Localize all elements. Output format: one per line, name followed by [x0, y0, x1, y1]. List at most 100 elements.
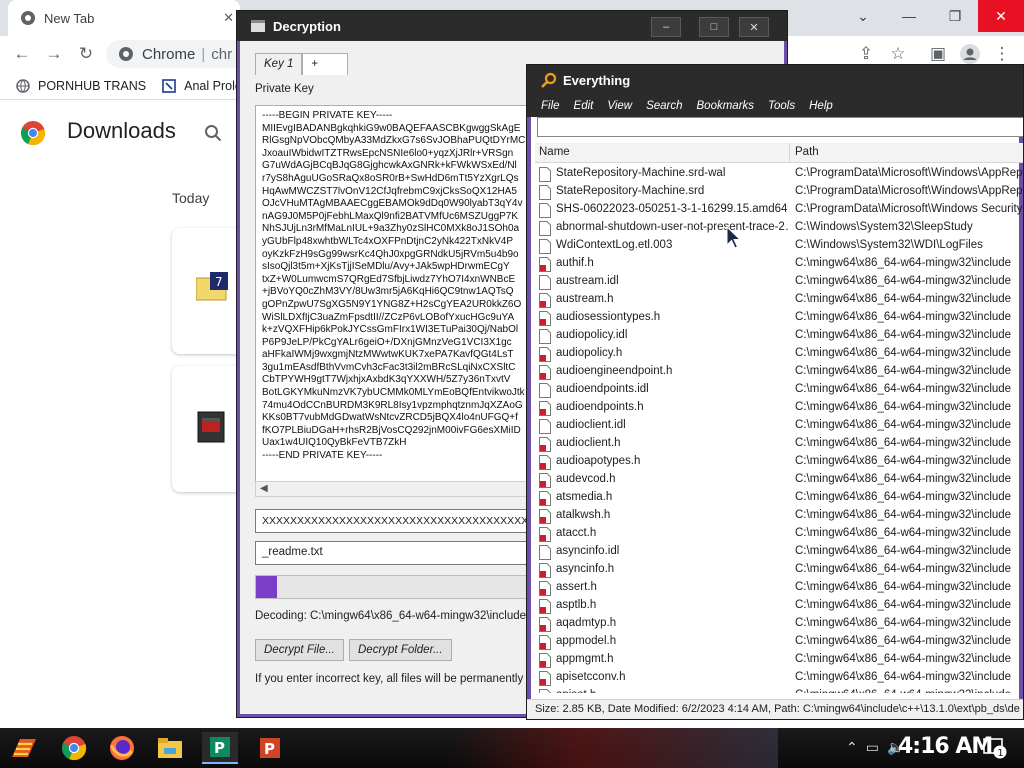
network-icon[interactable]: ▭ [866, 739, 879, 756]
result-row[interactable]: audevcod.h C:\mingw64\x86_64-w64-mingw32\… [535, 471, 1023, 489]
menu-search[interactable]: Search [646, 100, 682, 112]
decryption-minimize-button[interactable]: – [651, 17, 681, 37]
result-row[interactable]: asyncinfo.h C:\mingw64\x86_64-w64-mingw32… [535, 561, 1023, 579]
scroll-left-icon[interactable]: ◀ [260, 483, 268, 494]
private-key-line: aHFkaIWMj9wxgmjNtzMWwtwKUK7xePA7KavfQGt4… [262, 349, 514, 361]
private-key-line: yGUbFlp48xwhtbWLTc4xOXFPnDtjnC2yNk422TxN… [262, 235, 514, 247]
bookmark-1[interactable]: PORNHUB TRANS [16, 79, 146, 93]
decrypt-folder-button[interactable]: Decrypt Folder... [349, 639, 452, 661]
result-row[interactable]: authif.h C:\mingw64\x86_64-w64-mingw32\in… [535, 255, 1023, 273]
decryption-maximize-button[interactable]: □ [699, 17, 729, 37]
search-icon[interactable] [204, 124, 222, 142]
bookmark-star-icon[interactable]: ☆ [886, 42, 910, 66]
chrome-close-button[interactable]: ✕ [978, 0, 1024, 32]
key-input[interactable]: XXXXXXXXXXXXXXXXXXXXXXXXXXXXXXXXXXXXXXXX [255, 509, 555, 533]
result-row[interactable]: audioclient.idl C:\mingw64\x86_64-w64-min… [535, 417, 1023, 435]
result-row[interactable]: StateRepository-Machine.srd C:\ProgramDat… [535, 183, 1023, 201]
menu-help[interactable]: Help [809, 100, 833, 112]
tab-key-1[interactable]: Key 1 [255, 53, 303, 75]
search-input[interactable] [537, 117, 1023, 137]
result-row[interactable]: appmgmt.h C:\mingw64\x86_64-w64-mingw32\i… [535, 651, 1023, 669]
result-name: atalkwsh.h [556, 509, 611, 521]
result-row[interactable]: assert.h C:\mingw64\x86_64-w64-mingw32\in… [535, 579, 1023, 597]
result-row[interactable]: atacct.h C:\mingw64\x86_64-w64-mingw32\in… [535, 525, 1023, 543]
profile-avatar-icon[interactable] [958, 42, 982, 66]
menu-view[interactable]: View [607, 100, 632, 112]
taskbar-file-explorer-icon[interactable] [152, 732, 188, 764]
chrome-tab[interactable]: New Tab ✕ [8, 0, 240, 36]
bookmark-2[interactable]: Anal Prolo [162, 79, 242, 93]
result-row[interactable]: audioendpoints.h C:\mingw64\x86_64-w64-mi… [535, 399, 1023, 417]
menu-edit[interactable]: Edit [574, 100, 594, 112]
result-row[interactable]: aqadmtyp.h C:\mingw64\x86_64-w64-mingw32\… [535, 615, 1023, 633]
result-path: C:\mingw64\x86_64-w64-mingw32\include [795, 401, 1012, 413]
decoding-status: Decoding: C:\mingw64\x86_64-w64-mingw32\… [255, 610, 542, 622]
result-name: austream.h [556, 293, 614, 305]
reload-icon[interactable]: ↻ [74, 42, 98, 66]
chrome-restore-button[interactable]: ❐ [932, 0, 978, 32]
menu-file[interactable]: File [541, 100, 560, 112]
decryption-close-button[interactable]: ✕ [739, 17, 769, 37]
start-button[interactable] [6, 732, 42, 764]
taskbar-chrome-icon[interactable] [56, 732, 92, 764]
result-path: C:\mingw64\x86_64-w64-mingw32\include [795, 509, 1012, 521]
forward-icon[interactable]: → [42, 42, 66, 66]
result-row[interactable]: StateRepository-Machine.srd-wal C:\Progra… [535, 165, 1023, 183]
taskbar-powerpoint-icon[interactable]: P [252, 732, 288, 764]
result-path: C:\mingw64\x86_64-w64-mingw32\include [795, 419, 1012, 431]
taskbar-publisher-icon[interactable]: P [202, 732, 238, 764]
result-row[interactable]: audioengineendpoint.h C:\mingw64\x86_64-w… [535, 363, 1023, 381]
chrome-tab-title: New Tab [44, 10, 95, 26]
result-row[interactable]: apiset.h C:\mingw64\x86_64-w64-mingw32\in… [535, 687, 1023, 693]
close-tab-icon[interactable]: ✕ [223, 10, 234, 26]
readme-input[interactable]: _readme.txt [255, 541, 555, 565]
result-row[interactable]: audioclient.h C:\mingw64\x86_64-w64-mingw… [535, 435, 1023, 453]
result-row[interactable]: apisetcconv.h C:\mingw64\x86_64-w64-mingw… [535, 669, 1023, 687]
result-row[interactable]: appmodel.h C:\mingw64\x86_64-w64-mingw32\… [535, 633, 1023, 651]
column-name-header[interactable]: Name [539, 146, 570, 158]
chrome-menu-icon[interactable]: ⋮ [990, 42, 1014, 66]
private-key-textarea[interactable]: -----BEGIN PRIVATE KEY----- MIIEvgIBADANB… [255, 105, 555, 497]
decrypt-file-button[interactable]: Decrypt File... [255, 639, 344, 661]
chrome-logo-icon [20, 120, 46, 146]
menu-tools[interactable]: Tools [768, 100, 795, 112]
result-path: C:\mingw64\x86_64-w64-mingw32\include [795, 527, 1012, 539]
column-path-header[interactable]: Path [795, 146, 819, 158]
everything-title: Everything [563, 72, 631, 88]
progress-fill [256, 576, 277, 598]
taskbar-firefox-icon[interactable] [104, 732, 140, 764]
notification-center-icon[interactable]: 1 [982, 736, 1008, 760]
result-row[interactable]: audiopolicy.idl C:\mingw64\x86_64-w64-min… [535, 327, 1023, 345]
result-row[interactable]: WdiContextLog.etl.003 C:\Windows\System32… [535, 237, 1023, 255]
column-divider[interactable] [789, 143, 790, 163]
side-panel-icon[interactable]: ▣ [926, 42, 950, 66]
tab-add[interactable]: + [302, 53, 349, 75]
result-row[interactable]: austream.h C:\mingw64\x86_64-w64-mingw32\… [535, 291, 1023, 309]
result-row[interactable]: audiopolicy.h C:\mingw64\x86_64-w64-mingw… [535, 345, 1023, 363]
result-row[interactable]: atalkwsh.h C:\mingw64\x86_64-w64-mingw32\… [535, 507, 1023, 525]
result-row[interactable]: audioapotypes.h C:\mingw64\x86_64-w64-min… [535, 453, 1023, 471]
file-icon [539, 329, 551, 344]
chrome-minimize-button[interactable]: — [886, 0, 932, 32]
result-row[interactable]: asptlb.h C:\mingw64\x86_64-w64-mingw32\in… [535, 597, 1023, 615]
share-icon[interactable]: ⇪ [854, 42, 878, 66]
taskbar-clock[interactable]: 4:16 AM [898, 734, 993, 759]
file-icon [539, 167, 551, 182]
back-icon[interactable]: ← [10, 42, 34, 66]
result-row[interactable]: abnormal-shutdown-user-not-present-trace… [535, 219, 1023, 237]
chrome-tab-search-icon[interactable]: ⌄ [840, 0, 886, 32]
result-row[interactable]: audiosessiontypes.h C:\mingw64\x86_64-w64… [535, 309, 1023, 327]
magnifier-icon [541, 72, 557, 88]
tray-chevron-icon[interactable]: ⌃ [846, 739, 858, 756]
bookmark-1-label: PORNHUB TRANS [38, 78, 147, 93]
result-row[interactable]: audioendpoints.idl C:\mingw64\x86_64-w64-… [535, 381, 1023, 399]
result-path: C:\mingw64\x86_64-w64-mingw32\include [795, 365, 1012, 377]
private-key-hscrollbar[interactable]: ◀ [255, 481, 555, 497]
result-row[interactable]: atsmedia.h C:\mingw64\x86_64-w64-mingw32\… [535, 489, 1023, 507]
result-row[interactable]: SHS-06022023-050251-3-1-16299.15.amd64f…… [535, 201, 1023, 219]
menu-bookmarks[interactable]: Bookmarks [697, 100, 755, 112]
result-row[interactable]: austream.idl C:\mingw64\x86_64-w64-mingw3… [535, 273, 1023, 291]
download-card[interactable] [172, 366, 244, 492]
download-card[interactable]: 7 [172, 228, 244, 354]
result-row[interactable]: asyncinfo.idl C:\mingw64\x86_64-w64-mingw… [535, 543, 1023, 561]
